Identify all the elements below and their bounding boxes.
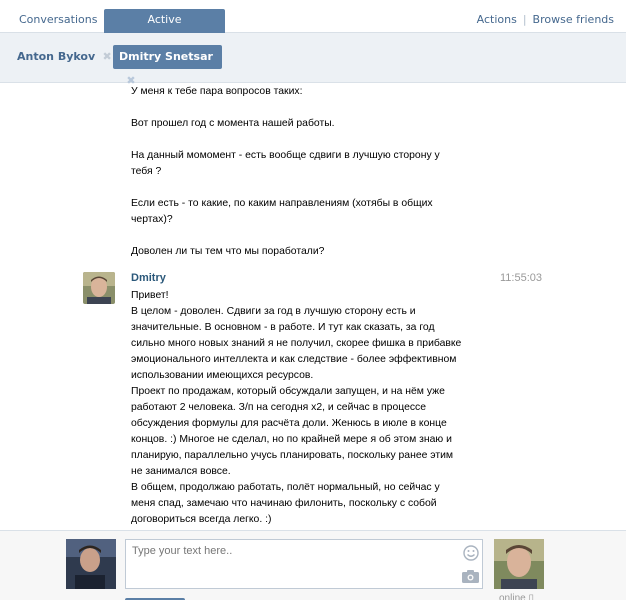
avatar[interactable] (83, 272, 115, 304)
avatar-photo (66, 539, 116, 589)
message-line: концов. :) Многое не сделал, но по крайн… (131, 434, 452, 445)
avatar-photo (83, 272, 115, 304)
previous-message: У меня к тебе пара вопросов таких: Вот п… (131, 84, 491, 260)
message-line: обсуждения формулы для расчёта доли. Жен… (131, 418, 447, 429)
peer-tab-anton[interactable]: Anton Bykov ✖ (11, 45, 118, 69)
peer-avatar[interactable] (494, 539, 544, 589)
tab-active-conversations[interactable]: Active conversations (104, 9, 225, 48)
browse-friends-link[interactable]: Browse friends (533, 13, 614, 26)
online-status-label: online (499, 593, 526, 600)
actions-link[interactable]: Actions (477, 13, 517, 26)
mobile-icon: ▯ (528, 593, 534, 600)
peer-tab-label: Anton Bykov (17, 50, 96, 63)
message-line: сильно много новых знаний я не получил, … (131, 338, 462, 349)
online-status: online ▯ (499, 593, 534, 600)
link-separator: | (522, 13, 527, 26)
my-avatar[interactable] (66, 539, 116, 589)
message-history[interactable]: У меня к тебе пара вопросов таких: Вот п… (0, 84, 626, 530)
top-tab-bar: Conversations Active conversations Actio… (0, 0, 626, 48)
camera-icon[interactable] (462, 570, 479, 583)
message-line: не занимался вовсе. (131, 466, 231, 477)
message-line: тебя ? (131, 166, 162, 177)
message-line: эмоционального интеллекта и как следстви… (131, 354, 457, 365)
message-line (131, 228, 491, 244)
message-line: значительные. В основном - в работе. И т… (131, 322, 435, 333)
message-line: Проект по продажам, который обсуждали за… (131, 386, 445, 397)
message-line: договориться всегда легко. :) (131, 514, 272, 525)
peer-tab-dmitry[interactable]: Dmitry Snetsar✖ (113, 45, 222, 87)
message-line: работают 2 человека. З/п на сегодня х2, … (131, 402, 427, 413)
message-line: В общем, продолжаю работать, полёт норма… (131, 482, 440, 493)
close-icon[interactable]: ✖ (102, 45, 112, 69)
message-line: Если есть - то какие, по каким направлен… (131, 198, 433, 209)
message-line (131, 132, 491, 148)
message-line: чертах)? (131, 214, 173, 225)
message-line (131, 100, 491, 116)
message-author[interactable]: Dmitry (131, 272, 166, 284)
message-time: 11:55:03 (500, 272, 543, 284)
message-line: использовании имеющихся ресурсов. (131, 370, 314, 381)
compose-area: Type your text here.. online ▯ (0, 530, 626, 600)
avatar-photo (494, 539, 544, 589)
message-line (131, 180, 491, 196)
reply-message: Привет! В целом - доволен. Сдвиги за год… (131, 288, 491, 528)
message-line: Вот прошел год с момента нашей работы. (131, 118, 335, 129)
peer-tabs: Anton Bykov ✖ Dmitry Snetsar✖ (0, 33, 626, 87)
message-line: У меня к тебе пара вопросов таких: (131, 86, 303, 97)
peer-tab-label: Dmitry Snetsar (119, 50, 213, 63)
message-line: Доволен ли ты тем что мы поработали? (131, 246, 325, 257)
message-line: меня спад, замечаю что начинаю филонить,… (131, 498, 437, 509)
message-input[interactable]: Type your text here.. (125, 539, 483, 589)
message-line: Привет! (131, 290, 169, 301)
message-line: На данный момомент - есть вообще сдвиги … (131, 150, 440, 161)
smile-icon[interactable] (463, 545, 479, 561)
tab-conversations[interactable]: Conversations (9, 9, 107, 33)
message-line: планирую, параллельно учусь планировать,… (131, 450, 454, 461)
top-links: Actions | Browse friends (477, 13, 614, 26)
message-line: В целом - доволен. Сдвиги за год в лучшу… (131, 306, 416, 317)
